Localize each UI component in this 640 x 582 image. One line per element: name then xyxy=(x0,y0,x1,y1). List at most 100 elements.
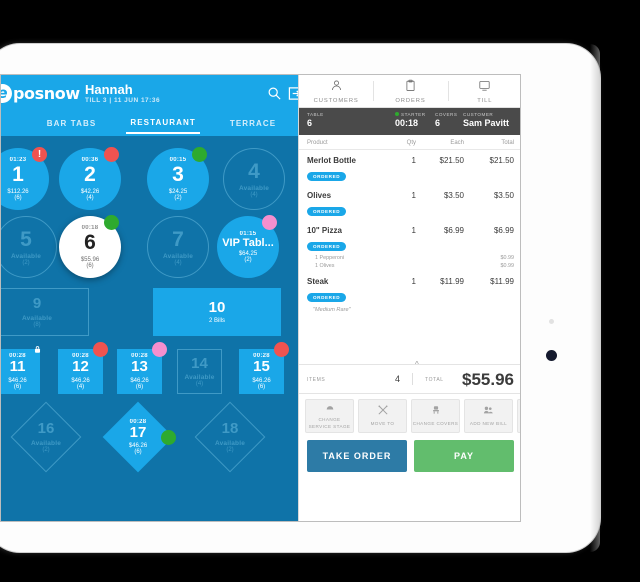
table-content: 00:28 17 $46.26 (6) xyxy=(113,412,163,462)
total-value: $55.96 xyxy=(462,370,514,389)
table-10[interactable]: 10 2 Bills xyxy=(153,288,281,336)
col-qty: Qty xyxy=(406,140,416,146)
table-covers: (4) xyxy=(195,381,204,388)
table-timer: 00:28 xyxy=(253,353,270,360)
tablet-frame: e posnow Hannah TILL 3 | 11 JUN 17:36 BA… xyxy=(0,44,600,552)
table-timer: 00:28 xyxy=(9,353,26,360)
ticket-line-item[interactable]: Merlot Bottle 1 $21.50 $21.50 ORDERED xyxy=(307,150,514,185)
table-covers: (6) xyxy=(257,383,266,390)
eposnow-logo: e posnow xyxy=(1,84,80,103)
tab-restaurant[interactable]: RESTAURANT xyxy=(126,114,200,134)
table-number: 5 xyxy=(20,227,32,251)
table-number: 18 xyxy=(221,420,239,438)
ticket-line-item[interactable]: Olives 1 $3.50 $3.50 ORDERED xyxy=(307,185,514,220)
table-timer: 01:23 xyxy=(9,157,27,164)
table-availability: Available xyxy=(238,185,270,193)
table-18[interactable]: 18 Available (2) xyxy=(194,401,266,473)
top-navigation: CUSTOMERS ORDERS TILL xyxy=(299,75,520,108)
line-qty: 1 xyxy=(411,191,416,200)
line-item-row: Olives 1 $3.50 $3.50 xyxy=(307,191,514,200)
table-availability: Available xyxy=(162,253,194,261)
app-header: e posnow Hannah TILL 3 | 11 JUN 17:36 xyxy=(1,75,302,112)
nav-customers[interactable]: CUSTOMERS xyxy=(299,75,373,107)
table-4[interactable]: 4 Available (4) xyxy=(223,148,285,210)
line-item-row: 10" Pizza 1 $6.99 $6.99 xyxy=(307,226,514,235)
table-content: 7 Available (4) xyxy=(148,217,208,277)
status-badge: ORDERED xyxy=(307,207,347,216)
modifier-name: 1 Olives xyxy=(315,263,335,269)
table-content: 5 Available (2) xyxy=(1,217,56,277)
table-content: 16 Available (2) xyxy=(22,413,70,461)
ticket-stage-label: STARTER xyxy=(395,112,426,117)
pay-button[interactable]: PAY xyxy=(414,440,514,472)
line-qty: 1 xyxy=(411,226,416,235)
line-note: "Medium Rare" xyxy=(313,307,351,313)
ticket-table: TABLE 6 xyxy=(307,112,324,128)
table-timer: 00:28 xyxy=(129,418,147,425)
home-button[interactable] xyxy=(546,350,557,361)
table-covers: (6) xyxy=(14,194,22,201)
table-16[interactable]: 16 Available (2) xyxy=(10,401,82,473)
action-button-row: CHANGE SERVICE STAGE MOVE TO CHANGE COVERS A… xyxy=(299,395,520,435)
table-covers: (2) xyxy=(42,446,50,453)
ticket-line-item[interactable]: 10" Pizza 1 $6.99 $6.99 ORDERED 1 Pepperoni $0… xyxy=(307,220,514,271)
table-number: 1 xyxy=(12,163,24,187)
table-availability: Available xyxy=(214,439,246,447)
line-qty: 1 xyxy=(411,277,416,286)
tab-bar-tabs[interactable]: BAR TABS xyxy=(43,115,101,133)
table-5[interactable]: 5 Available (2) xyxy=(1,216,57,278)
move-to-icon xyxy=(377,405,388,417)
table-number: 15 xyxy=(253,358,270,376)
action-add-new-bill[interactable]: ADD NEW BILL xyxy=(464,399,513,433)
table-number: 16 xyxy=(37,420,55,438)
tablet-edge-highlight xyxy=(590,44,600,552)
table-timer: 01:15 xyxy=(239,230,257,237)
table-number: 10 xyxy=(208,298,226,316)
ticket-covers-value: 6 xyxy=(435,118,441,128)
table-number: 13 xyxy=(131,358,148,376)
chevron-up-icon[interactable]: ^ xyxy=(415,360,419,369)
tab-terrace[interactable]: TERRACE xyxy=(226,115,280,133)
table-covers: (4) xyxy=(174,260,182,267)
items-label: ITEMS xyxy=(307,377,326,383)
table-availability: Available xyxy=(21,314,53,322)
line-each: $6.99 xyxy=(443,226,464,235)
action-more[interactable] xyxy=(517,399,520,433)
action-change-covers[interactable]: CHANGE COVERS xyxy=(411,399,460,433)
items-value: 4 xyxy=(395,374,401,384)
table-number: 3 xyxy=(172,163,184,187)
table-covers: (6) xyxy=(13,383,22,390)
table-amount: 2 Bills xyxy=(208,318,225,325)
tablet-screen: e posnow Hannah TILL 3 | 11 JUN 17:36 BA… xyxy=(0,74,521,522)
line-total: $3.50 xyxy=(493,191,514,200)
ticket-customer-label: CUSTOMER xyxy=(463,112,494,117)
user-name: Hannah xyxy=(85,82,133,97)
monitor-icon xyxy=(478,79,491,96)
area-tabs: BAR TABS RESTAURANT TERRACE xyxy=(1,112,298,136)
table-9[interactable]: 9 Available (8) xyxy=(1,288,89,336)
front-camera xyxy=(549,319,554,324)
table-14[interactable]: 14 Available (4) xyxy=(177,349,222,394)
modifier-name: 1 Pepperoni xyxy=(315,255,345,261)
table-timer: 00:28 xyxy=(72,353,89,360)
ticket-line-items[interactable]: Merlot Bottle 1 $21.50 $21.50 ORDERED Olives 1… xyxy=(299,150,520,375)
status-badge: ORDERED xyxy=(307,242,347,251)
table-covers: (2) xyxy=(22,260,30,267)
table-number: 6 xyxy=(84,231,96,255)
table-covers: (2) xyxy=(174,194,182,201)
status-dot-green xyxy=(192,147,207,162)
table-covers: (4) xyxy=(250,192,258,199)
search-icon[interactable] xyxy=(267,86,282,101)
nav-orders[interactable]: ORDERS xyxy=(373,75,447,107)
action-move-to[interactable]: MOVE TO xyxy=(358,399,407,433)
table-covers: (2) xyxy=(226,446,234,453)
ticket-line-item[interactable]: Steak 1 $11.99 $11.99 ORDERED "Medium Rare" xyxy=(307,271,514,315)
nav-till[interactable]: TILL xyxy=(447,75,520,107)
action-change-service-stage[interactable]: CHANGE SERVICE STAGE xyxy=(305,399,354,433)
line-total: $11.99 xyxy=(490,277,514,286)
table-7[interactable]: 7 Available (4) xyxy=(147,216,209,278)
status-dot-red xyxy=(104,147,119,162)
line-modifier: 1 Pepperoni $0.99 xyxy=(307,255,514,261)
table-number: 9 xyxy=(32,295,42,313)
take-order-button[interactable]: TAKE ORDER xyxy=(307,440,407,472)
